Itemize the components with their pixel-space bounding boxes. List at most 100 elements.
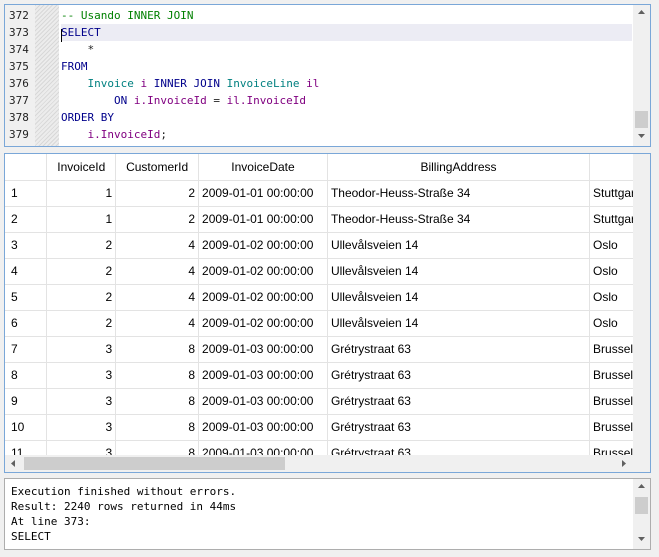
table-cell[interactable]: 8: [115, 336, 200, 363]
table-cell[interactable]: 2009-01-02 00:00:00: [198, 258, 328, 285]
grid-horizontal-scrollbar[interactable]: [5, 455, 633, 472]
table-cell[interactable]: Ullevålsveien 14: [327, 310, 591, 337]
table-row[interactable]: 6 2 4 2009-01-02 00:00:00 Ullevålsveien 14 Os…: [5, 310, 650, 337]
column-header[interactable]: InvoiceDate: [198, 154, 328, 181]
code-line[interactable]: ON i.InvoiceId = il.InvoiceId: [61, 92, 632, 109]
table-cell[interactable]: 4: [115, 310, 200, 337]
row-number[interactable]: 4: [5, 258, 48, 285]
row-number[interactable]: 5: [5, 284, 48, 311]
table-cell[interactable]: Grétrystraat 63: [327, 336, 591, 363]
table-cell[interactable]: Theodor-Heuss-Straße 34: [327, 206, 591, 233]
table-cell[interactable]: Theodor-Heuss-Straße 34: [327, 180, 591, 207]
code-line[interactable]: SELECT: [61, 24, 632, 41]
table-cell[interactable]: 2: [115, 206, 200, 233]
table-cell[interactable]: Ullevålsveien 14: [327, 284, 591, 311]
grid-hscroll-thumb[interactable]: [24, 457, 285, 470]
code-line[interactable]: ORDER BY: [61, 109, 632, 126]
results-grid[interactable]: InvoiceId CustomerId InvoiceDate BillingAdd…: [4, 153, 651, 473]
table-cell[interactable]: Ullevålsveien 14: [327, 258, 591, 285]
row-number[interactable]: 10: [5, 414, 48, 441]
arrow-up-icon[interactable]: [633, 5, 650, 22]
table-cell[interactable]: 2: [46, 232, 117, 259]
editor-scroll-thumb[interactable]: [635, 111, 648, 128]
row-header-corner[interactable]: [5, 154, 48, 181]
table-cell[interactable]: 2009-01-01 00:00:00: [198, 180, 328, 207]
table-cell[interactable]: 3: [46, 336, 117, 363]
table-row[interactable]: 3 2 4 2009-01-02 00:00:00 Ullevålsveien 14 Os…: [5, 232, 650, 259]
table-cell[interactable]: Grétrystraat 63: [327, 388, 591, 415]
table-cell[interactable]: 2009-01-03 00:00:00: [198, 414, 328, 441]
table-cell[interactable]: 2009-01-02 00:00:00: [198, 232, 328, 259]
table-cell[interactable]: 2: [46, 310, 117, 337]
table-row[interactable]: 7 3 8 2009-01-03 00:00:00 Grétrystraat 63 Bru…: [5, 336, 650, 363]
output-line: Result: 2240 rows returned in 44ms: [11, 500, 237, 513]
table-cell[interactable]: 3: [46, 414, 117, 441]
output-vertical-scrollbar[interactable]: [633, 479, 650, 549]
table-cell[interactable]: Ullevålsveien 14: [327, 232, 591, 259]
table-cell[interactable]: 1: [46, 206, 117, 233]
table-cell[interactable]: 8: [115, 414, 200, 441]
arrow-left-icon[interactable]: [5, 455, 22, 472]
table-cell[interactable]: 2009-01-02 00:00:00: [198, 310, 328, 337]
table-cell[interactable]: 2: [46, 284, 117, 311]
code-token: -- Usando INNER JOIN: [61, 9, 194, 22]
output-line: SELECT: [11, 530, 51, 543]
table-cell[interactable]: 4: [115, 284, 200, 311]
table-cell[interactable]: 8: [115, 362, 200, 389]
column-header[interactable]: CustomerId: [115, 154, 200, 181]
code-line[interactable]: FROM: [61, 58, 632, 75]
table-cell[interactable]: 2: [46, 258, 117, 285]
code-line[interactable]: i.InvoiceId;: [61, 126, 632, 143]
grid-vertical-scrollbar[interactable]: [633, 154, 650, 455]
table-cell[interactable]: 8: [115, 388, 200, 415]
code-line[interactable]: *: [61, 41, 632, 58]
table-cell[interactable]: 2009-01-03 00:00:00: [198, 388, 328, 415]
table-cell[interactable]: Grétrystraat 63: [327, 362, 591, 389]
column-header[interactable]: BillingAddress: [327, 154, 591, 181]
row-number[interactable]: 9: [5, 388, 48, 415]
arrow-down-icon[interactable]: [633, 532, 650, 549]
table-cell[interactable]: 3: [46, 388, 117, 415]
arrow-up-icon[interactable]: [633, 479, 650, 496]
column-header[interactable]: InvoiceId: [46, 154, 117, 181]
table-row[interactable]: 8 3 8 2009-01-03 00:00:00 Grétrystraat 63 Bru…: [5, 362, 650, 389]
row-number[interactable]: 3: [5, 232, 48, 259]
code-line[interactable]: -- Usando INNER JOIN: [61, 7, 632, 24]
editor-vertical-scrollbar[interactable]: [633, 5, 650, 146]
table-cell[interactable]: 2009-01-03 00:00:00: [198, 362, 328, 389]
table-row[interactable]: 10 3 8 2009-01-03 00:00:00 Grétrystraat 63 Br…: [5, 414, 650, 441]
row-number[interactable]: 1: [5, 180, 48, 207]
table-row[interactable]: 9 3 8 2009-01-03 00:00:00 Grétrystraat 63 Bru…: [5, 388, 650, 415]
sql-editor[interactable]: -- Usando INNER JOIN SELECT * FROM Invoice…: [4, 4, 651, 147]
table-row[interactable]: 1 1 2 2009-01-01 00:00:00 Theodor-Heuss-Stra…: [5, 180, 650, 207]
arrow-right-icon[interactable]: [616, 455, 633, 472]
row-number[interactable]: 6: [5, 310, 48, 337]
table-row[interactable]: 4 2 4 2009-01-02 00:00:00 Ullevålsveien 14 Os…: [5, 258, 650, 285]
code-token: i.InvoiceId: [87, 128, 161, 141]
table-cell[interactable]: 2009-01-01 00:00:00: [198, 206, 328, 233]
output-scroll-thumb[interactable]: [635, 497, 648, 514]
output-pane[interactable]: Execution finished without errors. Result…: [4, 478, 651, 550]
table-row[interactable]: 5 2 4 2009-01-02 00:00:00 Ullevålsveien 14 Os…: [5, 284, 650, 311]
code-token: ORDER BY: [61, 111, 114, 124]
row-number[interactable]: 7: [5, 336, 48, 363]
code-token: INNER JOIN: [153, 77, 220, 90]
text-caret: [61, 29, 62, 42]
row-number[interactable]: 2: [5, 206, 48, 233]
table-cell[interactable]: 2009-01-03 00:00:00: [198, 336, 328, 363]
code-line[interactable]: Invoice i INNER JOIN InvoiceLine il: [61, 75, 632, 92]
table-cell[interactable]: 1: [46, 180, 117, 207]
code-token: ;: [160, 128, 167, 141]
table-row[interactable]: 2 1 2 2009-01-01 00:00:00 Theodor-Heuss-Stra…: [5, 206, 650, 233]
arrow-down-icon[interactable]: [633, 129, 650, 146]
code-token: i: [133, 77, 154, 90]
table-cell[interactable]: 2009-01-02 00:00:00: [198, 284, 328, 311]
table-cell[interactable]: 3: [46, 362, 117, 389]
table-cell[interactable]: 4: [115, 232, 200, 259]
table-cell[interactable]: Grétrystraat 63: [327, 414, 591, 441]
table-cell[interactable]: 4: [115, 258, 200, 285]
table-cell[interactable]: 2: [115, 180, 200, 207]
row-number[interactable]: 8: [5, 362, 48, 389]
